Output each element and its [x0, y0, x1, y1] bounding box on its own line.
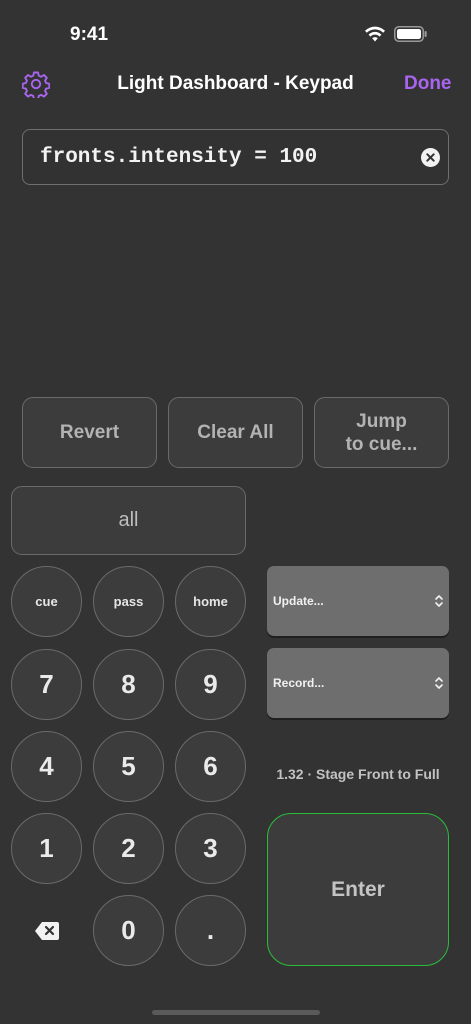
status-time: 9:41 [70, 24, 109, 45]
key-3[interactable]: 3 [175, 813, 246, 884]
backspace-key[interactable] [11, 895, 82, 966]
clear-all-button[interactable]: Clear All [168, 397, 303, 468]
page-title: Light Dashboard - Keypad [117, 73, 354, 94]
command-text: fronts.intensity = 100 [40, 146, 318, 169]
key-8-label: 8 [121, 669, 136, 699]
key-4[interactable]: 4 [11, 731, 82, 802]
jump-to-cue-button[interactable]: Jump to cue... [314, 397, 449, 468]
key-1[interactable]: 1 [11, 813, 82, 884]
key-5-label: 5 [121, 751, 136, 781]
key-1-label: 1 [39, 833, 54, 863]
home-key-label: home [193, 594, 228, 609]
key-8[interactable]: 8 [93, 649, 164, 720]
key-5[interactable]: 5 [93, 731, 164, 802]
key-0-label: 0 [121, 915, 136, 945]
key-2-label: 2 [121, 833, 136, 863]
key-7[interactable]: 7 [11, 649, 82, 720]
key-dot[interactable]: . [175, 895, 246, 966]
jump-label-line1: Jump [356, 410, 407, 432]
key-9-label: 9 [203, 669, 218, 699]
key-3-label: 3 [203, 833, 218, 863]
revert-label: Revert [59, 422, 120, 443]
pass-key[interactable]: pass [93, 566, 164, 637]
cue-key-label: cue [35, 594, 58, 609]
key-2[interactable]: 2 [93, 813, 164, 884]
backspace-icon [34, 921, 59, 940]
chevron-updown-icon [435, 595, 443, 607]
chevron-updown-icon [435, 677, 443, 689]
wifi-icon [365, 26, 385, 42]
done-button[interactable]: Done [404, 73, 452, 95]
home-indicator [152, 1010, 320, 1015]
clear-all-label: Clear All [197, 422, 274, 443]
all-label: all [118, 509, 139, 531]
command-field[interactable]: fronts.intensity = 100 [22, 129, 449, 185]
enter-label: Enter [331, 877, 385, 901]
key-dot-label: . [206, 915, 215, 945]
cue-key[interactable]: cue [11, 566, 82, 637]
key-0[interactable]: 0 [93, 895, 164, 966]
update-select[interactable]: Update... [267, 566, 449, 636]
record-select[interactable]: Record... [267, 648, 449, 718]
battery-icon [394, 26, 427, 42]
key-9[interactable]: 9 [175, 649, 246, 720]
enter-button[interactable]: Enter [267, 813, 449, 966]
all-button[interactable]: all [11, 486, 246, 555]
key-6[interactable]: 6 [175, 731, 246, 802]
current-cue-label: 1.32 · Stage Front to Full [276, 766, 440, 782]
record-select-label: Record... [273, 676, 325, 690]
key-7-label: 7 [39, 669, 54, 699]
key-4-label: 4 [39, 751, 54, 781]
update-select-label: Update... [273, 594, 324, 608]
revert-button[interactable]: Revert [22, 397, 157, 468]
clear-icon[interactable] [421, 148, 440, 167]
key-6-label: 6 [203, 751, 218, 781]
pass-key-label: pass [113, 594, 144, 609]
home-key[interactable]: home [175, 566, 246, 637]
jump-label-line2: to cue... [345, 433, 418, 455]
